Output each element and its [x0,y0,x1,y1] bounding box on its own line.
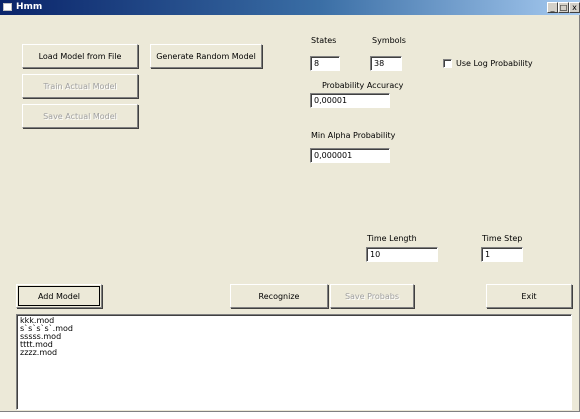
list-item[interactable]: zzzz.mod [20,349,571,357]
states-label: States [311,36,337,45]
time-length-label: Time Length [367,234,417,243]
minimize-button[interactable]: _ [547,2,558,13]
time-step-input[interactable]: 1 [481,247,523,262]
symbols-input[interactable]: 38 [370,56,402,71]
states-input[interactable]: 8 [310,56,340,71]
save-actual-model-button[interactable]: Save Actual Model [22,104,138,128]
time-length-input[interactable]: 10 [366,247,438,262]
exit-button[interactable]: Exit [486,284,572,308]
symbols-label: Symbols [372,36,406,45]
min-alpha-probability-label: Min Alpha Probability [311,131,396,140]
min-alpha-probability-input[interactable]: 0,000001 [310,148,390,163]
use-log-probability-checkbox[interactable] [443,59,452,68]
app-icon [3,3,12,11]
list-item[interactable]: s`s`s`s`.mod [20,325,571,333]
hmm-window: Hmm _ □ x Load Model from File Generate … [0,0,580,412]
use-log-probability-label: Use Log Probability [456,59,533,68]
model-list[interactable]: kkk.mod s`s`s`s`.mod sssss.mod tttt.mod … [16,314,572,410]
probability-accuracy-input[interactable]: 0,00001 [310,93,390,108]
window-title: Hmm [16,2,43,12]
maximize-button[interactable]: □ [558,2,569,13]
save-probabs-button[interactable]: Save Probabs [330,284,414,308]
close-button[interactable]: x [569,2,580,13]
title-bar[interactable]: Hmm _ □ x [0,0,580,15]
time-step-label: Time Step [482,234,523,243]
probability-accuracy-label: Probability Accuracy [322,81,404,90]
list-item[interactable]: sssss.mod [20,333,571,341]
list-item[interactable]: kkk.mod [20,317,571,325]
load-model-button[interactable]: Load Model from File [22,44,138,68]
train-actual-model-button[interactable]: Train Actual Model [22,74,138,98]
generate-random-model-button[interactable]: Generate Random Model [150,44,262,68]
list-item[interactable]: tttt.mod [20,341,571,349]
add-model-button[interactable]: Add Model [16,284,102,308]
recognize-button[interactable]: Recognize [230,284,328,308]
